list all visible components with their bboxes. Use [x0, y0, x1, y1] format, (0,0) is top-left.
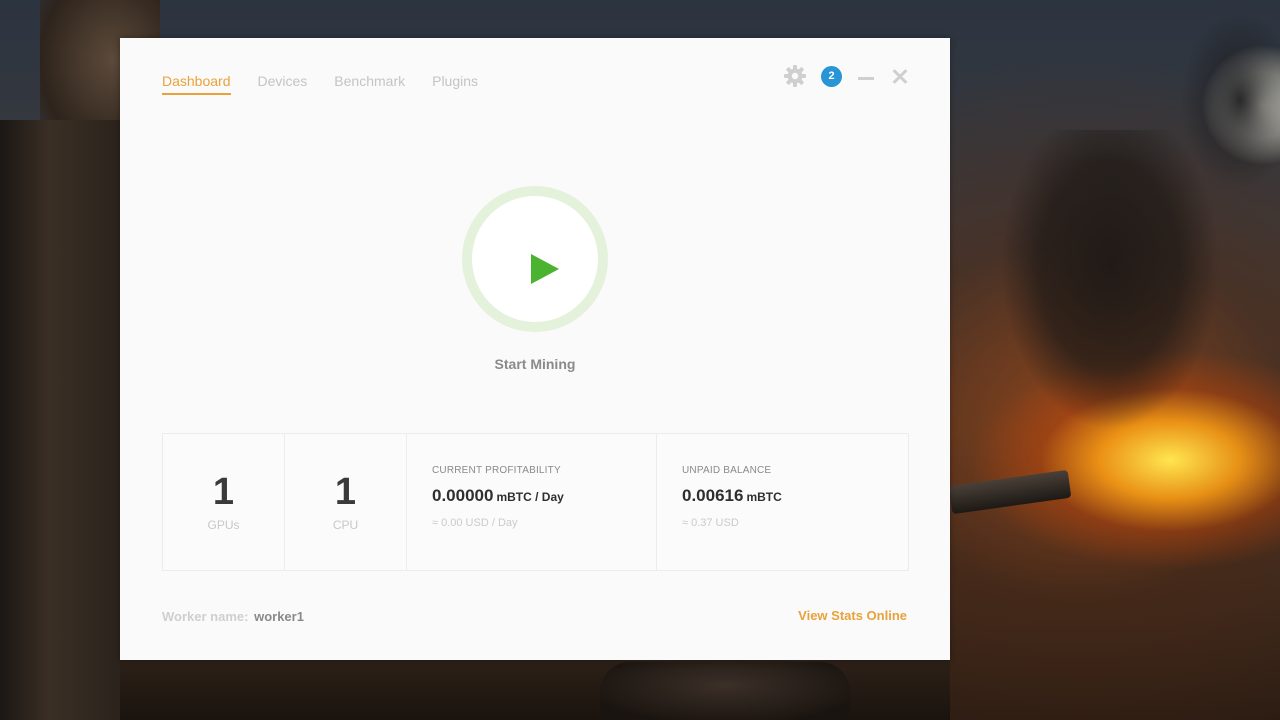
gpu-count-card: 1 GPUs	[163, 434, 285, 570]
tab-plugins[interactable]: Plugins	[432, 72, 478, 95]
profitability-value-row: 0.00000 mBTC / Day	[432, 486, 564, 506]
cpu-count: 1	[334, 471, 357, 513]
start-mining-label: Start Mining	[494, 356, 576, 372]
background-rifle-barrel	[948, 469, 1072, 515]
play-icon[interactable]	[531, 254, 559, 284]
start-mining-button-face[interactable]	[472, 196, 598, 322]
worker-name-value: worker1	[254, 609, 304, 624]
tab-devices[interactable]: Devices	[258, 72, 308, 95]
gpu-count-label: GPUs	[207, 518, 240, 532]
close-icon[interactable]	[890, 66, 910, 86]
start-mining-button[interactable]	[462, 186, 608, 332]
profitability-card: CURRENT PROFITABILITY 0.00000 mBTC / Day …	[407, 434, 657, 570]
background-figure	[0, 120, 125, 720]
worker-name-label: Worker name:	[162, 609, 249, 624]
stats-panel: 1 GPUs 1 CPU CURRENT PROFITABILITY 0.000…	[162, 433, 909, 571]
notifications-badge[interactable]: 2	[821, 65, 842, 87]
tab-benchmark[interactable]: Benchmark	[334, 72, 405, 95]
balance-heading: UNPAID BALANCE	[682, 465, 772, 476]
profitability-value: 0.00000	[432, 486, 494, 505]
background-hand	[600, 662, 850, 720]
main-tabs: Dashboard Devices Benchmark Plugins	[162, 72, 478, 95]
tab-dashboard[interactable]: Dashboard	[162, 72, 231, 95]
gear-icon[interactable]	[783, 64, 807, 88]
balance-value: 0.00616	[682, 486, 744, 505]
cpu-count-label: CPU	[332, 518, 359, 532]
worker-name-row: Worker name: worker1	[162, 609, 304, 624]
balance-value-row: 0.00616 mBTC	[682, 486, 782, 506]
profitability-heading: CURRENT PROFITABILITY	[432, 465, 561, 476]
balance-unit: mBTC	[746, 490, 782, 504]
window-controls: 2	[783, 64, 910, 88]
balance-fiat: ≈ 0.37 USD	[682, 517, 739, 529]
minimize-icon[interactable]	[856, 66, 876, 86]
background-tree	[1000, 130, 1220, 430]
view-stats-online-link[interactable]: View Stats Online	[798, 608, 907, 623]
profitability-unit: mBTC / Day	[496, 490, 564, 504]
balance-card: UNPAID BALANCE 0.00616 mBTC ≈ 0.37 USD	[657, 434, 908, 570]
miner-app-window: Dashboard Devices Benchmark Plugins 2 St…	[120, 38, 950, 660]
gpu-count: 1	[212, 471, 235, 513]
cpu-count-card: 1 CPU	[285, 434, 407, 570]
profitability-fiat: ≈ 0.00 USD / Day	[432, 517, 518, 529]
